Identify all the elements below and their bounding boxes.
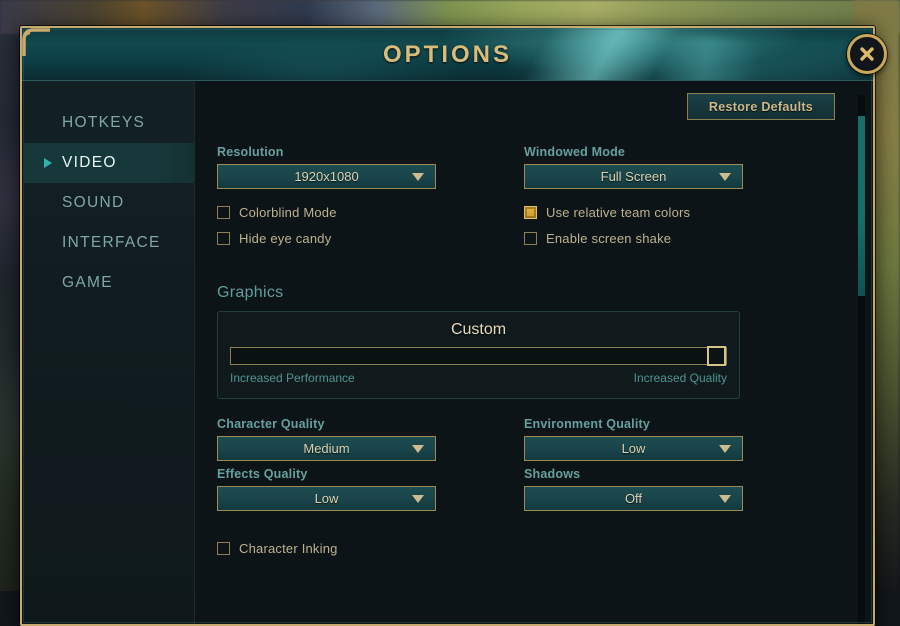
checkbox-character-inking[interactable]: Character Inking — [217, 537, 831, 559]
sidebar-item-label: SOUND — [62, 194, 124, 212]
colorblind-cell: Colorblind Mode — [217, 201, 524, 223]
checkbox-label: Enable screen shake — [546, 231, 671, 246]
checkbox-box-icon — [217, 232, 230, 245]
slider-handle[interactable] — [707, 346, 726, 366]
effects-quality-group: Effects Quality Low — [217, 467, 524, 511]
slider-captions: Increased Performance Increased Quality — [230, 371, 727, 385]
hide-eye-candy-cell: Hide eye candy — [217, 227, 524, 249]
environment-quality-value: Low — [622, 441, 646, 456]
display-checkbox-row-1: Colorblind Mode Use relative team colors — [217, 201, 831, 223]
character-quality-label: Character Quality — [217, 417, 524, 431]
environment-quality-dropdown[interactable]: Low — [524, 436, 743, 461]
checkbox-box-icon — [524, 232, 537, 245]
graphics-section-title: Graphics — [217, 284, 831, 302]
environment-quality-label: Environment Quality — [524, 417, 831, 431]
scrollbar-track[interactable] — [858, 95, 865, 624]
shadows-label: Shadows — [524, 467, 831, 481]
screen-shake-cell: Enable screen shake — [524, 227, 831, 249]
restore-defaults-button[interactable]: Restore Defaults — [687, 93, 835, 120]
checkbox-hide-eye-candy[interactable]: Hide eye candy — [217, 227, 524, 249]
windowed-mode-group: Windowed Mode Full Screen — [524, 145, 831, 189]
shadows-value: Off — [625, 491, 642, 506]
close-x-icon — [858, 45, 876, 63]
sidebar-item-sound[interactable]: SOUND — [24, 183, 194, 223]
sidebar-item-interface[interactable]: INTERFACE — [24, 223, 194, 263]
graphics-preset-panel: Custom Increased Performance Increased Q… — [217, 311, 740, 399]
graphics-preset-value: Custom — [230, 321, 727, 339]
checkbox-box-checked-icon — [524, 206, 537, 219]
sidebar-item-video[interactable]: VIDEO — [24, 143, 194, 183]
resolution-group: Resolution 1920x1080 — [217, 145, 524, 189]
shadows-group: Shadows Off — [524, 467, 831, 511]
page-title: OPTIONS — [22, 28, 873, 81]
sidebar-item-game[interactable]: GAME — [24, 263, 194, 303]
chevron-down-icon — [719, 173, 731, 181]
checkbox-use-relative-team-colors[interactable]: Use relative team colors — [524, 201, 831, 223]
sidebar-nav: HOTKEYS VIDEO SOUND INTERFACE GAME — [24, 81, 194, 624]
sidebar-item-label: VIDEO — [62, 154, 117, 172]
sidebar-item-hotkeys[interactable]: HOTKEYS — [24, 103, 194, 143]
windowed-mode-value: Full Screen — [601, 169, 667, 184]
sidebar-item-label: HOTKEYS — [62, 114, 145, 132]
effects-quality-label: Effects Quality — [217, 467, 524, 481]
scrollbar-thumb[interactable] — [858, 116, 865, 296]
close-button[interactable] — [847, 34, 887, 74]
settings-content-panel: Restore Defaults Resolution 1920x1080 Wi… — [194, 81, 871, 624]
chevron-down-icon — [412, 495, 424, 503]
chevron-down-icon — [412, 445, 424, 453]
dialog-header: OPTIONS — [22, 28, 873, 81]
sidebar-item-label: INTERFACE — [62, 234, 161, 252]
checkbox-box-icon — [217, 542, 230, 555]
checkbox-colorblind-mode[interactable]: Colorblind Mode — [217, 201, 524, 223]
display-checkbox-row-2: Hide eye candy Enable screen shake — [217, 227, 831, 249]
effects-quality-dropdown[interactable]: Low — [217, 486, 436, 511]
graphics-quality-slider[interactable] — [230, 347, 727, 365]
checkbox-label: Colorblind Mode — [239, 205, 337, 220]
checkbox-enable-screen-shake[interactable]: Enable screen shake — [524, 227, 831, 249]
sidebar-item-label: GAME — [62, 274, 113, 292]
windowed-mode-label: Windowed Mode — [524, 145, 831, 159]
effects-quality-value: Low — [315, 491, 339, 506]
checkbox-label: Hide eye candy — [239, 231, 331, 246]
quality-row-2: Effects Quality Low Shadows Off — [217, 467, 831, 511]
quality-row-1: Character Quality Medium Environment Qua… — [217, 417, 831, 461]
chevron-down-icon — [412, 173, 424, 181]
shadows-dropdown[interactable]: Off — [524, 486, 743, 511]
display-settings-row: Resolution 1920x1080 Windowed Mode Full … — [217, 145, 831, 189]
relative-team-colors-cell: Use relative team colors — [524, 201, 831, 223]
windowed-mode-dropdown[interactable]: Full Screen — [524, 164, 743, 189]
resolution-value: 1920x1080 — [294, 169, 358, 184]
character-quality-value: Medium — [303, 441, 349, 456]
active-arrow-icon — [44, 158, 52, 168]
resolution-dropdown[interactable]: 1920x1080 — [217, 164, 436, 189]
dialog-body: HOTKEYS VIDEO SOUND INTERFACE GAME Resto… — [24, 81, 871, 624]
options-dialog: OPTIONS HOTKEYS VIDEO SOUND INTERFACE GA… — [20, 26, 875, 626]
resolution-label: Resolution — [217, 145, 524, 159]
checkbox-label: Use relative team colors — [546, 205, 690, 220]
restore-defaults-label: Restore Defaults — [709, 100, 813, 114]
checkbox-label: Character Inking — [239, 541, 338, 556]
checkbox-box-icon — [217, 206, 230, 219]
slider-caption-left: Increased Performance — [230, 371, 355, 385]
chevron-down-icon — [719, 445, 731, 453]
chevron-down-icon — [719, 495, 731, 503]
character-quality-dropdown[interactable]: Medium — [217, 436, 436, 461]
character-quality-group: Character Quality Medium — [217, 417, 524, 461]
slider-caption-right: Increased Quality — [634, 371, 727, 385]
environment-quality-group: Environment Quality Low — [524, 417, 831, 461]
